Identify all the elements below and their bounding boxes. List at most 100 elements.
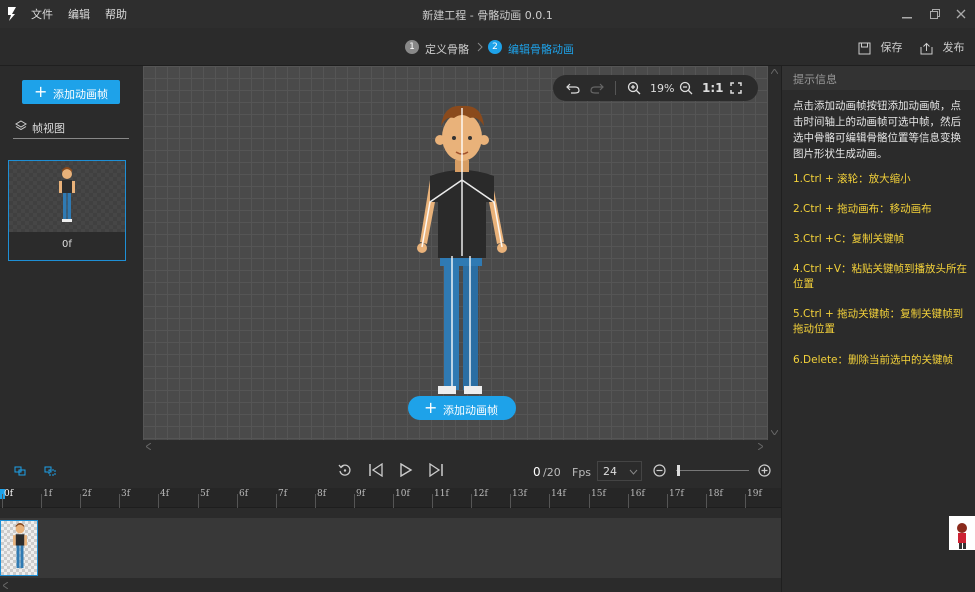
frame-thumbnail[interactable]: 0f [8,160,126,261]
fps-value: 24 [603,465,617,478]
ruler-tick [745,494,746,508]
ruler-label: 2f [82,489,92,499]
plus-icon: + [424,398,438,417]
zoom-level: 19% [650,82,675,95]
canvas-vertical-scrollbar[interactable] [768,66,781,440]
ruler-label: 1f [43,489,53,499]
step-2-number: 2 [488,40,502,54]
fps-select[interactable]: 24 [597,461,642,481]
canvas-add-frame-label: 添加动画帧 [443,404,498,417]
tips-header: 提示信息 [782,66,975,90]
scroll-right-icon[interactable] [758,443,763,450]
tip-item: 4.Ctrl +V：粘贴关键帧到播放头所在位置 [793,263,968,290]
timeline-horizontal-scrollbar[interactable] [0,578,781,592]
layers-icon [15,120,27,131]
add-frame-button[interactable]: + 添加动画帧 [22,80,120,104]
keyframe-thumbnail[interactable] [0,520,38,576]
play-icon[interactable] [399,463,413,477]
ruler-tick [315,494,316,508]
fullscreen-icon[interactable] [730,82,742,94]
tips-description: 点击添加动画帧按钮添加动画帧，点击时间轴上的动画帧可选中帧，然后选中骨骼可编辑骨… [793,100,961,160]
total-frames: /20 [543,466,561,479]
ruler-tick [706,494,707,508]
timeline-zoom-in-icon[interactable] [758,464,771,477]
timeline-scroll-left-icon[interactable] [3,582,8,589]
actual-size-button[interactable]: 1:1 [702,81,724,95]
ruler-label: 6f [239,489,249,499]
save-icon [858,42,871,54]
animation-canvas[interactable]: 19% 1:1 + 添加动画帧 [143,66,768,440]
ruler-label: 13f [512,489,527,499]
scroll-down-icon[interactable] [771,430,778,435]
ruler-tick [471,494,472,508]
undo-icon[interactable] [566,82,580,94]
frame-view-tab[interactable]: 帧视图 [13,117,129,139]
keyframe-track[interactable] [0,518,781,578]
replay-icon[interactable] [338,463,352,477]
tip-item: 5.Ctrl + 拖动关键帧：复制关键帧到拖动位置 [793,308,964,335]
unlink-icon[interactable] [44,466,56,476]
previous-frame-icon[interactable] [368,463,384,477]
step-bar: 1 定义骨骼 2 编辑骨骼动画 保存 发布 [0,28,975,66]
canvas-add-frame-button[interactable]: + 添加动画帧 [408,396,516,420]
tip-item: 3.Ctrl +C：复制关键帧 [793,233,905,245]
upload-icon [920,42,933,54]
restore-icon[interactable] [925,4,945,24]
canvas-toolbar: 19% 1:1 [553,75,758,101]
next-frame-icon[interactable] [428,463,444,477]
canvas-horizontal-scrollbar[interactable] [143,440,768,452]
ruler-label: 16f [630,489,645,499]
ruler-label: 14f [551,489,566,499]
ruler-tick [667,494,668,508]
publish-button[interactable]: 发布 [920,39,965,55]
frames-panel: + 添加动画帧 帧视图 0f [0,66,143,459]
ruler-tick [510,494,511,508]
save-button[interactable]: 保存 [858,39,903,55]
minimize-icon[interactable] [897,4,917,24]
redo-icon[interactable] [590,82,604,94]
timeline-ruler[interactable]: 0f 1f 2f 3f 4f 5f 6f 7f 8f 9f 10f 11f 12f 13f 14f 15f 16… [0,488,781,508]
step-1-label[interactable]: 定义骨骼 [425,41,469,57]
ruler-label: 9f [356,489,366,499]
ruler-tick [158,494,159,508]
mini-preview-image [949,516,975,550]
ruler-tick [41,494,42,508]
ruler-tick [354,494,355,508]
ruler-tick [119,494,120,508]
zoom-in-icon[interactable] [627,81,641,95]
window-title: 新建工程 - 骨骼动画 0.0.1 [422,9,553,22]
timeline-zoom-out-icon[interactable] [653,464,666,477]
ruler-label: 15f [591,489,606,499]
timeline-zoom-slider-thumb[interactable] [677,465,680,476]
character-thumbnail-icon [59,167,75,222]
chevron-down-icon [629,469,638,475]
timeline-zoom-slider[interactable] [676,465,749,476]
step-1-number: 1 [405,40,419,54]
ruler-tick [276,494,277,508]
ruler-label: 19f [747,489,762,499]
close-icon[interactable] [951,4,971,24]
thumbnail-preview [9,161,125,232]
ruler-label: 10f [395,489,410,499]
current-frame: 0 [533,465,541,479]
ruler-label: 7f [278,489,288,499]
save-label: 保存 [880,41,903,54]
frame-thumbnail-label: 0f [62,239,72,250]
ruler-label: 5f [200,489,210,499]
scroll-up-icon[interactable] [771,69,778,74]
ruler-tick [589,494,590,508]
plus-icon: + [34,82,48,101]
tips-panel: 提示信息 点击添加动画帧按钮添加动画帧，点击时间轴上的动画帧可选中帧，然后选中骨… [781,66,975,592]
zoom-out-icon[interactable] [679,81,693,95]
link-icon[interactable] [14,466,26,476]
ruler-tick [80,494,81,508]
character-figure[interactable] [408,102,518,402]
ruler-tick [628,494,629,508]
scroll-left-icon[interactable] [146,443,151,450]
tip-item: 1.Ctrl + 滚轮：放大缩小 [793,173,911,185]
ruler-tick [432,494,433,508]
step-2-label[interactable]: 编辑骨骼动画 [508,41,574,57]
track-spacer [0,508,781,518]
ruler-label: 0f [4,489,14,499]
ruler-label: 8f [317,489,327,499]
